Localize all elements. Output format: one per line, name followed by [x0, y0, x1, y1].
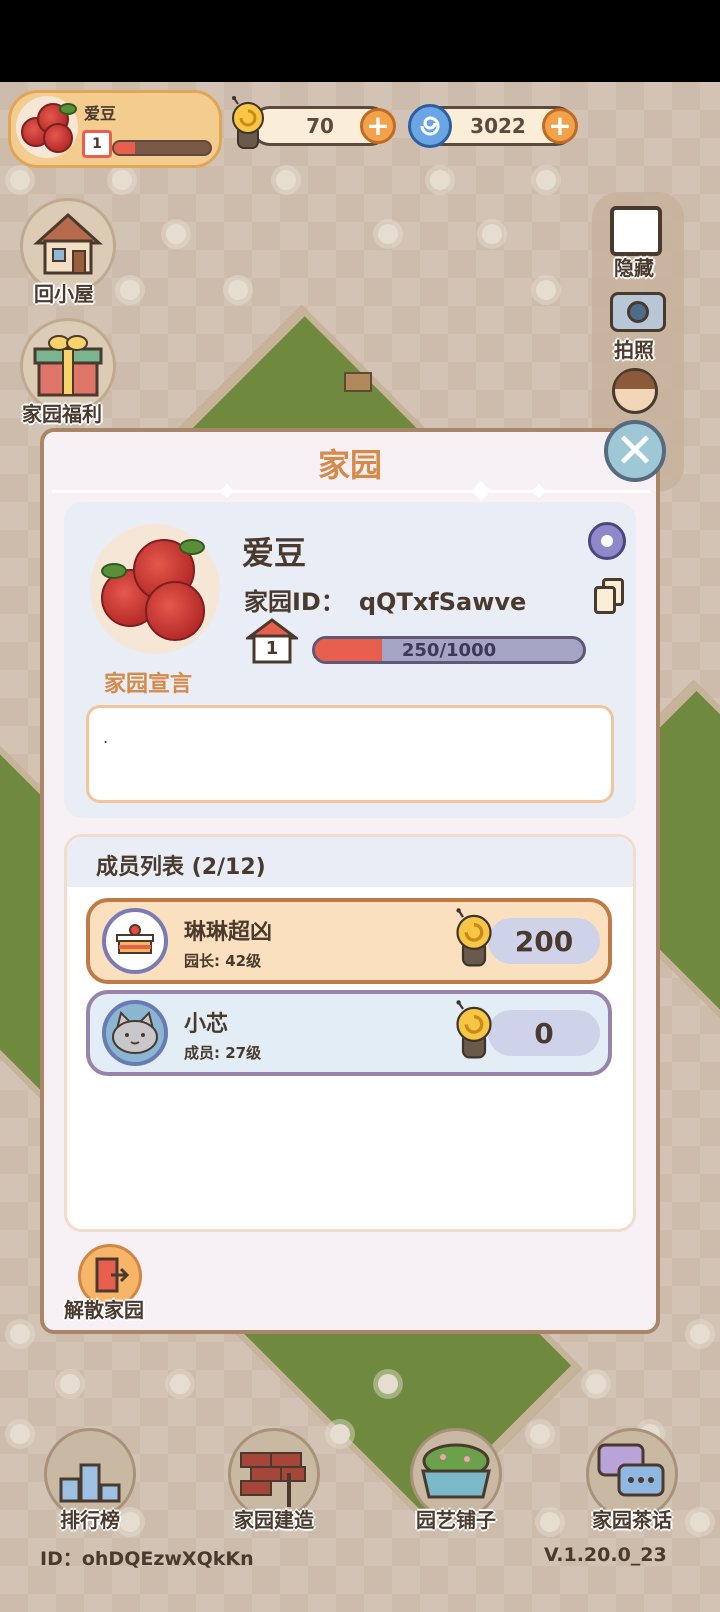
- back-home-label: 回小屋: [34, 282, 94, 306]
- garden-shop-label: 园艺铺子: [416, 1508, 496, 1532]
- home-id-label: 家园ID：: [244, 588, 345, 616]
- home-id-value: qQTxfSawve: [358, 588, 527, 616]
- snail-coin-icon: [452, 908, 496, 974]
- home-id-line: 家园ID： qQTxfSawve: [244, 582, 526, 617]
- copy-icon[interactable]: [594, 578, 624, 614]
- rose-icon: [101, 539, 209, 641]
- gem-value: 3022: [470, 114, 526, 138]
- hide-label: 隐藏: [614, 256, 654, 280]
- close-button[interactable]: ✕: [604, 420, 666, 482]
- leaderboard-label: 排行榜: [60, 1508, 120, 1532]
- snail-coin-icon: [228, 96, 268, 149]
- member-row-leader[interactable]: 琳琳超凶 园长: 42级 200: [86, 898, 612, 984]
- cat-icon: [102, 1000, 168, 1066]
- home-build-label: 家园建造: [234, 1508, 314, 1532]
- manifesto-label: 家园宣言: [104, 672, 193, 697]
- profile-xp-bar: [112, 140, 212, 156]
- member-role: 园长: 42级: [184, 952, 262, 970]
- level-badge: 1: [82, 130, 112, 158]
- manifesto-text: .: [103, 728, 109, 747]
- footer-user-id: ID：ohDQEzwXQkKn: [40, 1548, 254, 1570]
- member-name: 小芯: [184, 1012, 229, 1037]
- home-avatar: [90, 524, 220, 654]
- profile-avatar: [16, 96, 78, 158]
- member-name: 琳琳超凶: [184, 920, 273, 945]
- photo-label: 拍照: [614, 338, 654, 362]
- add-snail-coin-button[interactable]: +: [360, 108, 396, 144]
- add-gem-button[interactable]: +: [542, 108, 578, 144]
- home-level-badge: 1: [243, 618, 301, 664]
- disband-home-label: 解散家园: [64, 1298, 144, 1322]
- title-divider: [52, 490, 650, 493]
- hide-icon[interactable]: [610, 206, 662, 256]
- sign-post: [344, 372, 372, 392]
- camera-icon[interactable]: [610, 292, 666, 332]
- member-role: 成员: 27级: [184, 1044, 262, 1062]
- rose-icon: [21, 103, 77, 153]
- modal-title: 家园: [317, 446, 382, 484]
- snail-coin-value: 70: [306, 114, 334, 138]
- member-score: 0: [488, 1010, 600, 1056]
- snail-coin-icon: [452, 1000, 496, 1066]
- member-score: 200: [488, 918, 600, 964]
- manifesto-textbox[interactable]: .: [86, 705, 614, 803]
- cake-icon: [102, 908, 168, 974]
- member-row[interactable]: 小芯 成员: 27级 0: [86, 990, 612, 1076]
- home-chat-label: 家园茶话: [592, 1508, 672, 1532]
- player-name: 爱豆: [84, 104, 117, 123]
- home-welfare-label: 家园福利: [22, 402, 102, 426]
- swirl-gem-icon: [408, 104, 452, 148]
- members-title: 成员列表 (2/12): [96, 855, 266, 880]
- home-name: 爱豆: [242, 534, 307, 572]
- character-icon[interactable]: [612, 368, 658, 414]
- home-xp-bar: 250/1000: [312, 636, 586, 664]
- settings-gear-icon[interactable]: [588, 522, 626, 560]
- home-level-value: 1: [265, 638, 279, 659]
- footer-version: V.1.20.0_23: [544, 1544, 667, 1566]
- home-xp-text: 250/1000: [401, 639, 497, 661]
